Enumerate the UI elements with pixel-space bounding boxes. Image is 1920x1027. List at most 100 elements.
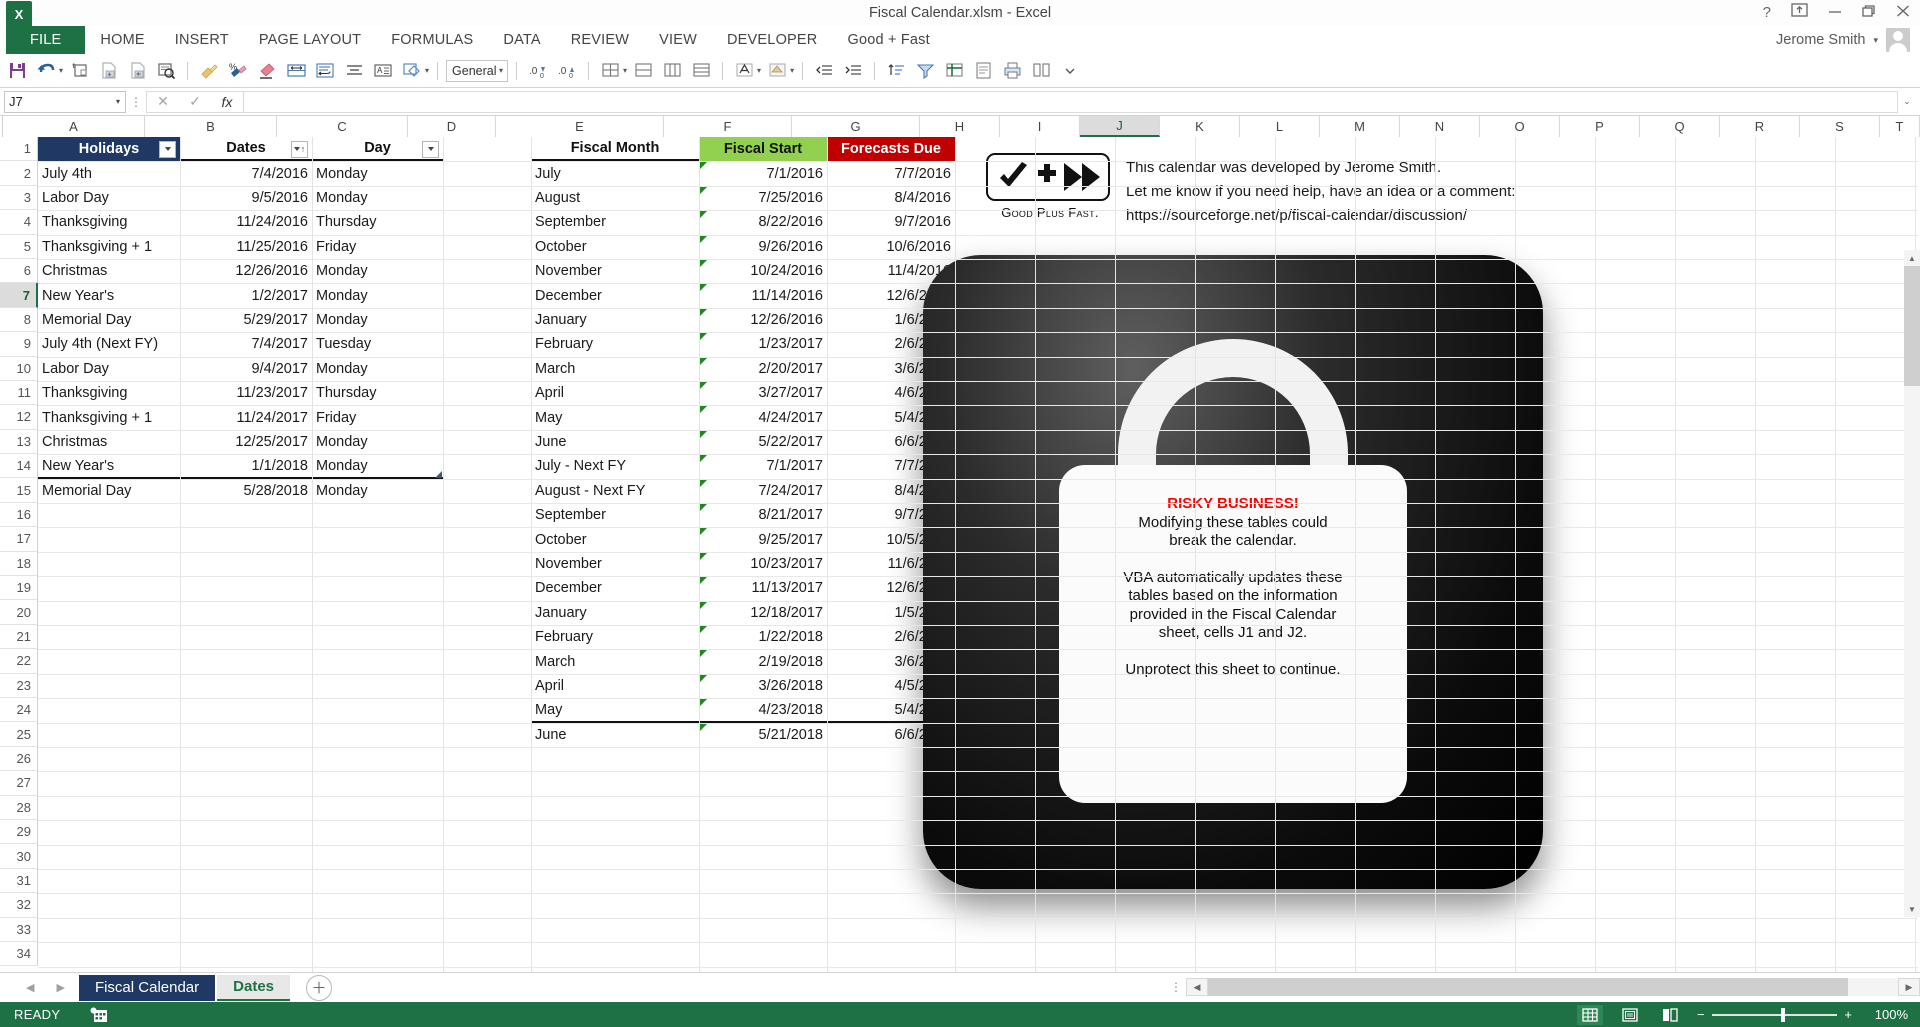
cell-holiday-date[interactable]: 5/29/2017 xyxy=(180,308,312,332)
filter-icon[interactable] xyxy=(912,58,938,84)
user-account-area[interactable]: Jerome Smith ▾ xyxy=(1776,26,1910,54)
column-header-P[interactable]: P xyxy=(1560,116,1640,137)
row-header-18[interactable]: 18 xyxy=(0,551,38,577)
sheet-tab-dates[interactable]: Dates xyxy=(217,974,291,1001)
cell-fiscal-month[interactable]: August xyxy=(531,186,699,210)
cancel-formula-icon[interactable]: ✕ xyxy=(147,93,179,110)
cell-fiscal-start[interactable]: 8/22/2016 xyxy=(699,210,827,234)
row-header-26[interactable]: 26 xyxy=(0,746,38,772)
shapes-dropdown-icon[interactable]: ▾ xyxy=(425,66,429,75)
restore-icon[interactable] xyxy=(1862,0,1876,26)
row-header-15[interactable]: 15 xyxy=(0,478,38,503)
cell-holiday-day[interactable]: Friday xyxy=(312,405,443,429)
error-check-triangle-icon[interactable] xyxy=(700,699,707,707)
filter-sort-dates[interactable]: ↑ xyxy=(291,140,308,158)
cell-fiscal-month[interactable]: October xyxy=(531,235,699,259)
undo-dropdown-icon[interactable]: ▾ xyxy=(59,66,63,75)
ribbon-display-options-icon[interactable] xyxy=(1791,0,1808,26)
error-check-triangle-icon[interactable] xyxy=(700,333,707,341)
cell-holiday-date[interactable]: 11/25/2016 xyxy=(180,235,312,259)
split-view-icon[interactable] xyxy=(1028,58,1054,84)
error-check-triangle-icon[interactable] xyxy=(700,577,707,585)
cell-holiday-day[interactable]: Monday xyxy=(312,259,443,283)
row-header-32[interactable]: 32 xyxy=(0,893,38,918)
column-header-J[interactable]: J xyxy=(1080,116,1160,137)
cell-fiscal-month[interactable]: September xyxy=(531,503,699,527)
ribbon-tab-developer[interactable]: DEVELOPER xyxy=(712,26,832,54)
table-header-forecasts-due[interactable]: Forecasts Due xyxy=(827,137,955,162)
column-header-N[interactable]: N xyxy=(1400,116,1480,137)
row-header-8[interactable]: 8 xyxy=(0,307,38,333)
cell-fiscal-start[interactable]: 2/20/2017 xyxy=(699,357,827,381)
cell-fiscal-start[interactable]: 4/24/2017 xyxy=(699,405,827,429)
column-header-I[interactable]: I xyxy=(1000,116,1080,137)
cell-holiday-name[interactable]: Thanksgiving xyxy=(38,381,180,405)
print-preview-icon[interactable] xyxy=(153,58,179,84)
cell-fiscal-start[interactable]: 3/27/2017 xyxy=(699,381,827,405)
cell-holiday-name[interactable]: Christmas xyxy=(38,259,180,283)
sheet-tab-fiscal-calendar[interactable]: Fiscal Calendar xyxy=(78,974,216,1001)
freeze-panes-icon[interactable] xyxy=(941,58,967,84)
error-check-triangle-icon[interactable] xyxy=(700,260,707,267)
holidays-table-resize-handle[interactable] xyxy=(435,471,442,478)
cell-fiscal-start[interactable]: 7/25/2016 xyxy=(699,186,827,210)
error-check-triangle-icon[interactable] xyxy=(700,382,707,389)
cell-holiday-name[interactable]: Christmas xyxy=(38,430,180,454)
row-header-17[interactable]: 17 xyxy=(0,527,38,552)
error-check-triangle-icon[interactable] xyxy=(700,455,707,463)
row-header-19[interactable]: 19 xyxy=(0,576,38,601)
cell-area[interactable]: Holidays Dates ↑ Day July 4th 7/4/2016 Mon… xyxy=(38,137,1920,972)
cell-fiscal-month[interactable]: October xyxy=(531,527,699,551)
scroll-down-icon[interactable]: ▼ xyxy=(1904,901,1920,917)
cell-fiscal-month[interactable]: January xyxy=(531,308,699,332)
row-header-1[interactable]: 1 xyxy=(0,137,38,162)
cell-fiscal-month[interactable]: February xyxy=(531,625,699,649)
error-check-triangle-icon[interactable] xyxy=(700,723,707,731)
column-header-H[interactable]: H xyxy=(920,116,1000,137)
cell-fiscal-month[interactable]: April xyxy=(531,381,699,405)
error-check-triangle-icon[interactable] xyxy=(700,162,707,170)
row-header-31[interactable]: 31 xyxy=(0,868,38,894)
page-layout-view-icon[interactable] xyxy=(1617,1005,1643,1025)
autofit-column-width-icon[interactable] xyxy=(283,58,309,84)
cell-fiscal-month[interactable]: June xyxy=(531,430,699,454)
add-sheet-icon[interactable]: ＋ xyxy=(306,974,333,1001)
number-format-select[interactable]: General ▾ xyxy=(446,59,509,82)
cell-fiscal-start[interactable]: 11/14/2016 xyxy=(699,283,827,307)
font-color-dropdown-icon[interactable]: ▾ xyxy=(757,66,761,75)
cell-fiscal-month[interactable]: July - Next FY xyxy=(531,454,699,478)
ribbon-tab-view[interactable]: VIEW xyxy=(644,26,712,54)
zoom-slider[interactable]: − + xyxy=(1697,1005,1852,1025)
row-header-33[interactable]: 33 xyxy=(0,917,38,942)
name-box[interactable]: J7 ▾ xyxy=(4,90,126,113)
prev-sheet-icon[interactable]: ◀ xyxy=(26,981,34,994)
row-header-23[interactable]: 23 xyxy=(0,673,38,698)
cell-fiscal-month[interactable]: March xyxy=(531,357,699,381)
horizontal-scrollbar[interactable] xyxy=(1208,978,1898,996)
cell-fiscal-start[interactable]: 8/21/2017 xyxy=(699,503,827,527)
cell-holiday-name[interactable]: July 4th xyxy=(38,161,180,185)
fill-color-icon[interactable] xyxy=(764,58,790,84)
cell-holiday-name[interactable]: July 4th (Next FY) xyxy=(38,332,180,356)
horizontal-scroll-thumb[interactable] xyxy=(1208,978,1848,996)
cell-fiscal-start[interactable]: 9/25/2017 xyxy=(699,527,827,551)
column-header-E[interactable]: E xyxy=(496,116,664,137)
error-check-triangle-icon[interactable] xyxy=(700,308,707,316)
row-header-29[interactable]: 29 xyxy=(0,819,38,845)
cell-holiday-name[interactable]: New Year's xyxy=(38,283,180,307)
cell-holiday-day[interactable]: Tuesday xyxy=(312,332,443,356)
ribbon-tab-insert[interactable]: INSERT xyxy=(160,26,244,54)
cell-holiday-name[interactable]: New Year's xyxy=(38,454,180,478)
error-check-triangle-icon[interactable] xyxy=(700,211,707,219)
column-header-B[interactable]: B xyxy=(145,116,277,137)
row-header-11[interactable]: 11 xyxy=(0,380,38,406)
cell-holiday-day[interactable]: Thursday xyxy=(312,381,443,405)
cell-fiscal-start[interactable]: 3/26/2018 xyxy=(699,674,827,698)
row-header-12[interactable]: 12 xyxy=(0,405,38,430)
cell-fiscal-month[interactable]: July xyxy=(531,161,699,185)
row-header-28[interactable]: 28 xyxy=(0,795,38,820)
print-icon[interactable] xyxy=(999,58,1025,84)
cell-fiscal-month[interactable]: June xyxy=(531,723,699,747)
undo-icon[interactable] xyxy=(33,58,59,84)
error-check-triangle-icon[interactable] xyxy=(700,528,707,536)
